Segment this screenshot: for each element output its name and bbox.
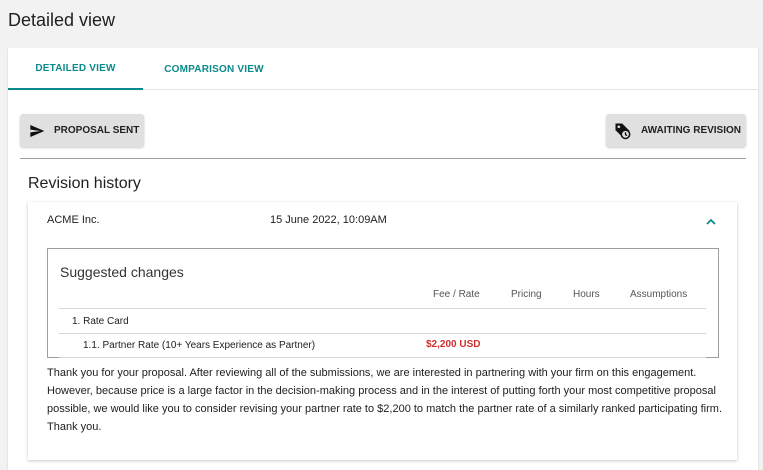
row-divider (59, 357, 706, 358)
suggested-changes-panel: Suggested changes Fee / Rate Pricing Hou… (47, 248, 719, 358)
suggested-changes-title: Suggested changes (60, 264, 184, 280)
tag-icon (615, 123, 631, 139)
column-header-pricing: Pricing (511, 289, 542, 300)
send-icon (30, 124, 45, 137)
divider (20, 158, 746, 159)
revision-message: Thank you for your proposal. After revie… (47, 367, 722, 433)
column-header-fee: Fee / Rate (433, 289, 480, 300)
tab-detailed-view[interactable]: DETAILED VIEW (8, 48, 143, 90)
page-title: Detailed view (8, 10, 116, 30)
column-header-hours: Hours (573, 289, 600, 300)
revision-company: ACME Inc. (47, 214, 100, 226)
awaiting-revision-button[interactable]: AWAITING REVISION (606, 114, 746, 147)
row-divider (59, 333, 706, 334)
awaiting-revision-label: AWAITING REVISION (641, 125, 742, 136)
detail-card: DETAILED VIEW COMPARISON VIEW PROPOSAL S… (8, 48, 758, 470)
fee-value: $2,200 USD (426, 339, 481, 350)
revision-entry: ACME Inc. 15 June 2022, 10:09AM Suggeste… (28, 202, 737, 460)
proposal-sent-label: PROPOSAL SENT (54, 125, 140, 136)
revision-date: 15 June 2022, 10:09AM (270, 214, 387, 226)
row-divider (59, 308, 706, 309)
view-tabs: DETAILED VIEW COMPARISON VIEW (8, 48, 758, 90)
table-row-label: 1. Rate Card (72, 316, 129, 327)
chevron-up-icon[interactable] (705, 214, 717, 232)
column-header-assumptions: Assumptions (630, 289, 688, 300)
table-row-label: 1.1. Partner Rate (10+ Years Experience … (83, 340, 316, 351)
revision-history-title: Revision history (28, 175, 141, 192)
proposal-sent-button[interactable]: PROPOSAL SENT (20, 114, 144, 147)
tab-comparison-view[interactable]: COMPARISON VIEW (148, 48, 280, 90)
